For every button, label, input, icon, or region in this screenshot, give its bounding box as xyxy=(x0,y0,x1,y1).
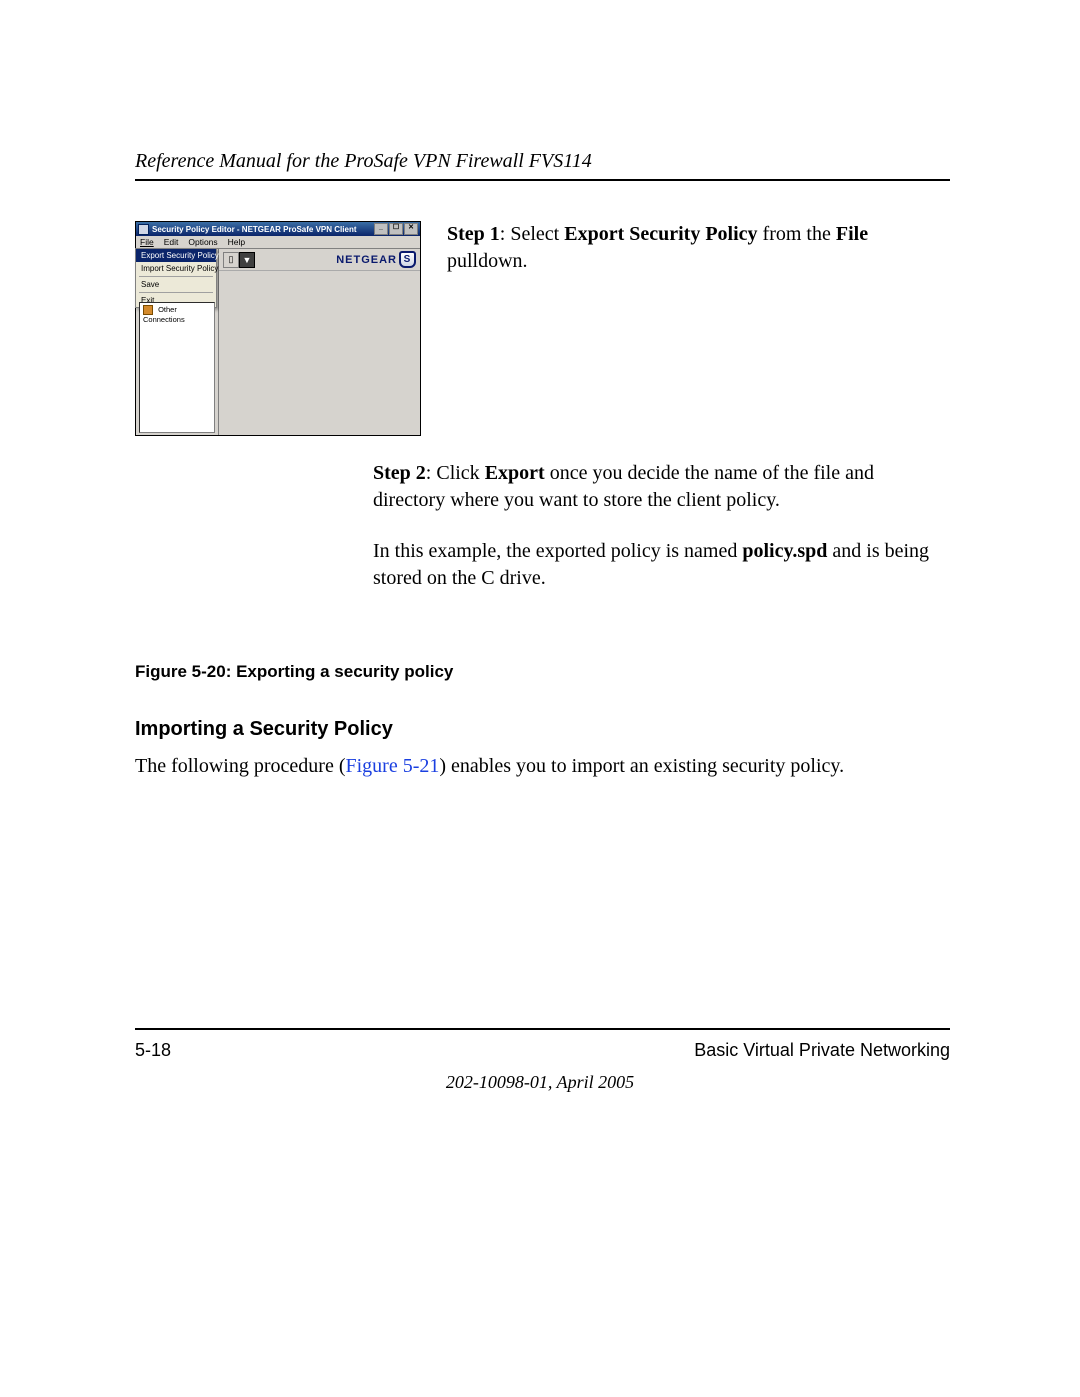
file-dropdown: Export Security Policy Import Security P… xyxy=(135,248,217,308)
close-button[interactable]: ✕ xyxy=(404,223,418,235)
menu-file[interactable]: File xyxy=(140,237,154,247)
screenshot-security-policy-editor: Security Policy Editor - NETGEAR ProSafe… xyxy=(135,221,421,436)
following-procedure-paragraph: The following procedure (Figure 5-21) en… xyxy=(135,753,950,780)
step2-label: Step 2 xyxy=(373,462,426,484)
menu-help[interactable]: Help xyxy=(228,237,245,247)
running-header: Reference Manual for the ProSafe VPN Fir… xyxy=(135,150,950,173)
figure-caption: Figure 5-20: Exporting a security policy xyxy=(135,662,950,682)
left-pane: Export Security Policy Import Security P… xyxy=(136,249,219,435)
menu-item-import-security-policy[interactable]: Import Security Policy xyxy=(136,262,216,275)
figure-link-5-21[interactable]: Figure 5-21 xyxy=(345,755,439,777)
menu-item-export-security-policy[interactable]: Export Security Policy xyxy=(136,249,216,262)
page-number: 5-18 xyxy=(135,1040,171,1061)
connection-tree[interactable]: Other Connections xyxy=(139,302,215,433)
netgear-wordmark: NETGEAR xyxy=(336,254,397,266)
header-rule xyxy=(135,179,950,181)
example-paragraph: In this example, the exported policy is … xyxy=(373,538,950,592)
right-pane: ▯ ▼ NETGEAR S xyxy=(219,249,420,435)
toolbar-button[interactable]: ▯ xyxy=(223,252,239,268)
netgear-logo: NETGEAR S xyxy=(336,251,416,268)
menu-edit[interactable]: Edit xyxy=(164,237,179,247)
section-heading-importing: Importing a Security Policy xyxy=(135,718,950,741)
footer-rule xyxy=(135,1028,950,1030)
step2-text: Step 2: Click Export once you decide the… xyxy=(373,460,950,514)
step1-label: Step 1 xyxy=(447,223,500,245)
menu-item-save[interactable]: Save xyxy=(136,278,216,291)
window-titlebar: Security Policy Editor - NETGEAR ProSafe… xyxy=(136,222,420,236)
chapter-title: Basic Virtual Private Networking xyxy=(694,1040,950,1061)
app-icon xyxy=(138,224,149,235)
netgear-shield-icon: S xyxy=(399,251,416,268)
minimize-button[interactable]: _ xyxy=(374,223,388,235)
window-title: Security Policy Editor - NETGEAR ProSafe… xyxy=(152,225,357,234)
maximize-button[interactable]: ☐ xyxy=(389,223,403,235)
doc-id-line: 202-10098-01, April 2005 xyxy=(0,1072,1080,1093)
folder-icon xyxy=(143,305,153,315)
step1-text: Step 1: Select Export Security Policy fr… xyxy=(447,221,877,275)
toolbar-down-button[interactable]: ▼ xyxy=(239,252,255,268)
menu-options[interactable]: Options xyxy=(188,237,217,247)
